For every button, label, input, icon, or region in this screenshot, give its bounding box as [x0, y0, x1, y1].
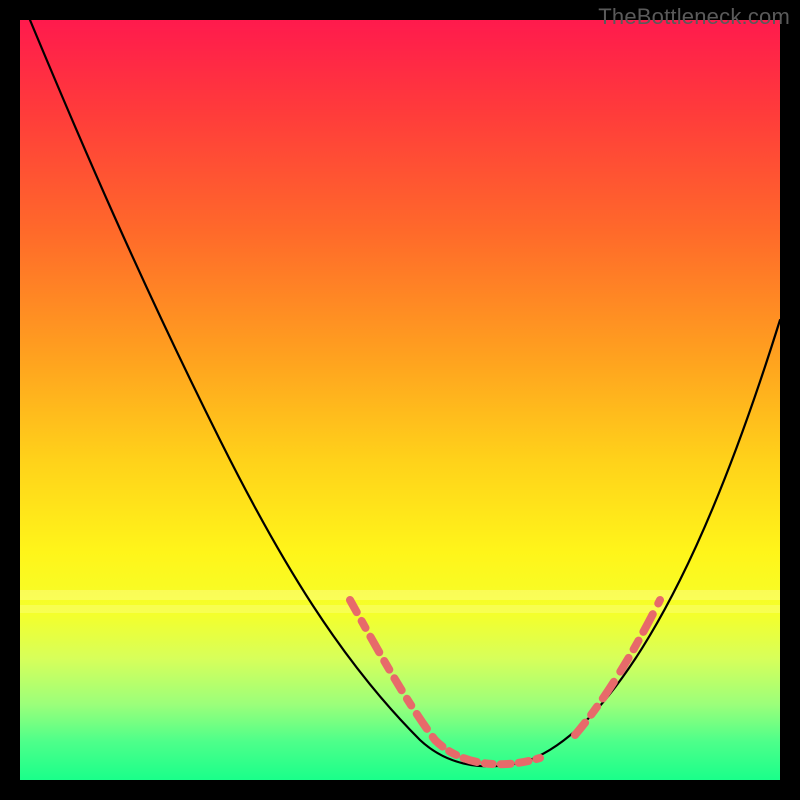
descending-dash: [350, 600, 435, 740]
watermark-text: TheBottleneck.com: [598, 4, 790, 30]
bottleneck-curve: [30, 20, 780, 766]
ascending-dash: [575, 600, 660, 735]
plot-area: [20, 20, 780, 780]
chart-svg: [20, 20, 780, 780]
chart-frame: TheBottleneck.com: [0, 0, 800, 800]
